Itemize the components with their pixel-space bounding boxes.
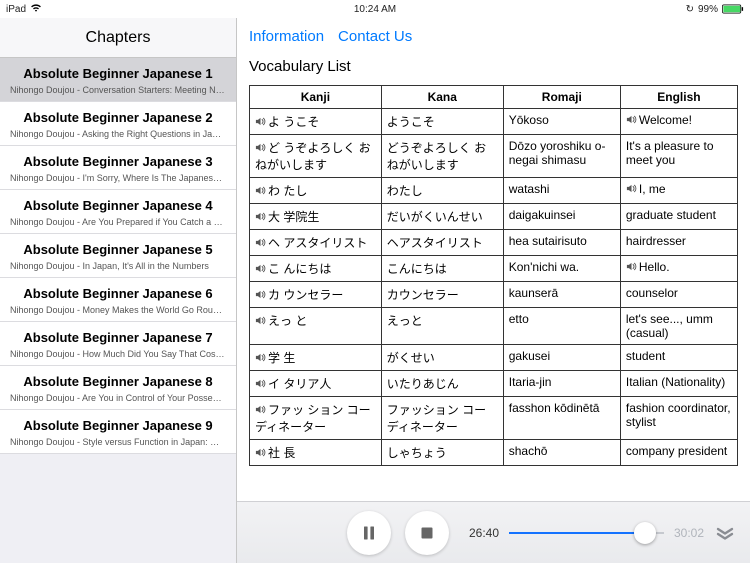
chapter-title: Absolute Beginner Japanese 7 bbox=[10, 330, 226, 345]
current-time: 26:40 bbox=[469, 526, 499, 540]
audio-icon[interactable] bbox=[255, 315, 266, 326]
battery-icon bbox=[722, 4, 744, 14]
col-english: English bbox=[620, 86, 737, 109]
chapter-title: Absolute Beginner Japanese 6 bbox=[10, 286, 226, 301]
audio-icon[interactable] bbox=[255, 142, 266, 153]
table-row: えっ とえっとettolet's see..., umm (casual) bbox=[250, 308, 738, 345]
clock: 10:24 AM bbox=[354, 4, 396, 15]
audio-icon[interactable] bbox=[255, 404, 266, 415]
col-romaji: Romaji bbox=[503, 86, 620, 109]
chapter-subtitle: Nihongo Doujou - In Japan, It's All in t… bbox=[10, 261, 226, 271]
content-pane: Information Contact Us Vocabulary List K… bbox=[237, 18, 750, 563]
table-row: わ たしわたしwatashiI, me bbox=[250, 178, 738, 204]
audio-icon[interactable] bbox=[255, 447, 266, 458]
audio-icon[interactable] bbox=[255, 116, 266, 127]
chapter-title: Absolute Beginner Japanese 5 bbox=[10, 242, 226, 257]
chapter-title: Absolute Beginner Japanese 4 bbox=[10, 198, 226, 213]
audio-icon[interactable] bbox=[255, 263, 266, 274]
chapter-item[interactable]: Absolute Beginner Japanese 7 Nihongo Douj… bbox=[0, 322, 236, 366]
chapter-subtitle: Nihongo Doujou - How Much Did You Say Th… bbox=[10, 349, 226, 359]
chapter-subtitle: Nihongo Doujou - Are You Prepared if You… bbox=[10, 217, 226, 227]
audio-icon[interactable] bbox=[626, 183, 637, 194]
chapter-title: Absolute Beginner Japanese 1 bbox=[10, 66, 226, 81]
chapter-item[interactable]: Absolute Beginner Japanese 3 Nihongo Douj… bbox=[0, 146, 236, 190]
chapter-subtitle: Nihongo Doujou - I'm Sorry, Where Is The… bbox=[10, 173, 226, 183]
device-label: iPad bbox=[6, 4, 26, 15]
pause-button[interactable] bbox=[347, 511, 391, 555]
chapter-title: Absolute Beginner Japanese 8 bbox=[10, 374, 226, 389]
top-nav: Information Contact Us bbox=[237, 18, 750, 54]
audio-icon[interactable] bbox=[626, 114, 637, 125]
chapter-subtitle: Nihongo Doujou - Asking the Right Questi… bbox=[10, 129, 226, 139]
battery-percentage: 99% bbox=[698, 4, 718, 15]
chapter-item[interactable]: Absolute Beginner Japanese 8 Nihongo Douj… bbox=[0, 366, 236, 410]
audio-player: 26:40 30:02 bbox=[237, 501, 750, 563]
chapter-item[interactable]: Absolute Beginner Japanese 6 Nihongo Douj… bbox=[0, 278, 236, 322]
chapter-title: Absolute Beginner Japanese 2 bbox=[10, 110, 226, 125]
audio-icon[interactable] bbox=[255, 185, 266, 196]
vocabulary-table: Kanji Kana Romaji English よ うこそようこそYōkos… bbox=[249, 85, 738, 466]
table-row: ど うぞよろしく おねがいしますどうぞよろしく おねがいしますDōzo yoro… bbox=[250, 135, 738, 178]
sync-icon: ↻ bbox=[686, 4, 694, 15]
audio-icon[interactable] bbox=[255, 378, 266, 389]
table-row: 学 生がくせいgakuseistudent bbox=[250, 345, 738, 371]
expand-button[interactable] bbox=[714, 526, 736, 540]
chapter-item[interactable]: Absolute Beginner Japanese 4 Nihongo Douj… bbox=[0, 190, 236, 234]
table-row: ヘ アスタイリストヘアスタイリストhea sutairisutohairdres… bbox=[250, 230, 738, 256]
table-row: ファッ ション コーディネーターファッション コーディネーターfasshon k… bbox=[250, 397, 738, 440]
col-kanji: Kanji bbox=[250, 86, 382, 109]
table-row: カ ウンセラーカウンセラーkaunserācounselor bbox=[250, 282, 738, 308]
information-link[interactable]: Information bbox=[249, 28, 324, 45]
table-row: 社 長しゃちょうshachōcompany president bbox=[250, 440, 738, 466]
stop-button[interactable] bbox=[405, 511, 449, 555]
chapter-list[interactable]: Absolute Beginner Japanese 1 Nihongo Douj… bbox=[0, 58, 236, 563]
audio-icon[interactable] bbox=[255, 237, 266, 248]
chapter-item[interactable]: Absolute Beginner Japanese 1 Nihongo Douj… bbox=[0, 58, 236, 102]
table-row: 大 学院生だいがくいんせいdaigakuinseigraduate studen… bbox=[250, 204, 738, 230]
chapter-subtitle: Nihongo Doujou - Are You in Control of Y… bbox=[10, 393, 226, 403]
chapters-sidebar: Chapters Absolute Beginner Japanese 1 Nih… bbox=[0, 18, 237, 563]
status-bar: iPad 10:24 AM ↻ 99% bbox=[0, 0, 750, 18]
chapter-subtitle: Nihongo Doujou - Style versus Function i… bbox=[10, 437, 226, 447]
chapter-title: Absolute Beginner Japanese 9 bbox=[10, 418, 226, 433]
audio-icon[interactable] bbox=[255, 289, 266, 300]
chapter-item[interactable]: Absolute Beginner Japanese 9 Nihongo Douj… bbox=[0, 410, 236, 454]
chapter-item[interactable]: Absolute Beginner Japanese 5 Nihongo Douj… bbox=[0, 234, 236, 278]
wifi-icon bbox=[30, 3, 42, 16]
total-duration: 30:02 bbox=[674, 526, 704, 540]
contact-us-link[interactable]: Contact Us bbox=[338, 28, 412, 45]
chapter-subtitle: Nihongo Doujou - Conversation Starters: … bbox=[10, 85, 226, 95]
audio-icon[interactable] bbox=[626, 261, 637, 272]
sidebar-title: Chapters bbox=[0, 18, 236, 58]
col-kana: Kana bbox=[381, 86, 503, 109]
chapter-subtitle: Nihongo Doujou - Money Makes the World G… bbox=[10, 305, 226, 315]
audio-icon[interactable] bbox=[255, 211, 266, 222]
chapter-title: Absolute Beginner Japanese 3 bbox=[10, 154, 226, 169]
seek-bar[interactable] bbox=[509, 519, 664, 547]
page-title: Vocabulary List bbox=[237, 54, 750, 85]
table-row: イ タリア人いたりあじんItaria-jinItalian (Nationali… bbox=[250, 371, 738, 397]
table-row: こ んにちはこんにちはKon'nichi wa.Hello. bbox=[250, 256, 738, 282]
table-row: よ うこそようこそYōkosoWelcome! bbox=[250, 109, 738, 135]
chapter-item[interactable]: Absolute Beginner Japanese 2 Nihongo Douj… bbox=[0, 102, 236, 146]
audio-icon[interactable] bbox=[255, 352, 266, 363]
